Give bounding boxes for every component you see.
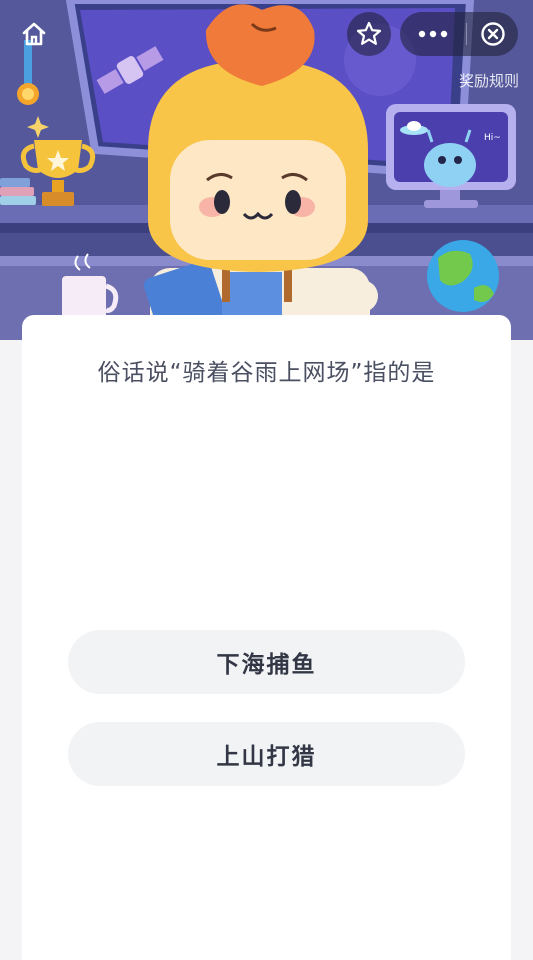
answer-option-2[interactable]: 上山打猎 [68, 722, 465, 786]
close-button[interactable] [467, 12, 518, 56]
close-circle-icon [480, 22, 505, 46]
reward-rules-link[interactable]: 奖励规则 [459, 70, 519, 91]
star-icon [356, 21, 382, 45]
favorite-button[interactable] [347, 12, 391, 56]
more-button[interactable] [400, 12, 466, 56]
quiz-page: Hi~ 奖励规则 俗话说“骑着谷雨上网场”指的是 下海捕鱼 上山打猎 [0, 0, 533, 960]
home-button[interactable] [14, 14, 54, 54]
answer-option-1[interactable]: 下海捕鱼 [68, 630, 465, 694]
monitor-greeting: Hi~ [484, 133, 501, 143]
question-text: 俗话说“骑着谷雨上网场”指的是 [97, 360, 436, 386]
question-card: 俗话说“骑着谷雨上网场”指的是 下海捕鱼 上山打猎 [22, 315, 511, 960]
globe-illustration [427, 240, 499, 312]
more-dots-icon [418, 30, 448, 38]
miniprogram-capsule [400, 12, 518, 56]
home-icon [22, 22, 46, 46]
hero-illustration: Hi~ 奖励规则 [0, 0, 533, 340]
